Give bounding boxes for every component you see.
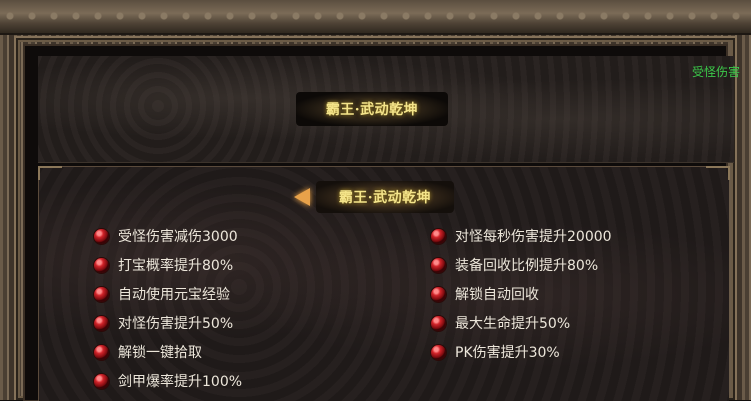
red-orb-icon bbox=[431, 257, 446, 273]
perk-item-left-2: 打宝概率提升80% bbox=[94, 254, 233, 276]
perk-item-left-6: 剑甲爆率提升100% bbox=[94, 370, 242, 392]
red-orb-icon bbox=[431, 315, 446, 331]
red-orb-icon bbox=[94, 344, 109, 360]
red-orb-icon bbox=[94, 286, 109, 302]
subtitle: 霸王·武动乾坤 bbox=[338, 190, 432, 206]
edge-overflow-text: 受怪伤害 bbox=[692, 65, 741, 79]
page-title: 霸王·武动乾坤 bbox=[325, 102, 419, 118]
perk-label: 受怪伤害减伤3000 bbox=[118, 229, 238, 245]
corner-ornament-left bbox=[38, 166, 62, 180]
perk-item-right-1: 对怪每秒伤害提升20000 bbox=[431, 225, 612, 247]
red-orb-icon bbox=[94, 373, 109, 389]
perk-label: 剑甲爆率提升100% bbox=[118, 374, 243, 390]
perk-label: 对怪伤害提升50% bbox=[118, 316, 234, 332]
perk-item-left-5: 解锁一键拾取 bbox=[94, 341, 202, 363]
perk-label: 解锁一键拾取 bbox=[118, 345, 202, 361]
red-orb-icon bbox=[431, 286, 446, 302]
perk-label: 对怪每秒伤害提升20000 bbox=[455, 229, 612, 245]
red-orb-icon bbox=[94, 228, 109, 244]
perk-item-left-4: 对怪伤害提升50% bbox=[94, 312, 233, 334]
red-orb-icon bbox=[431, 228, 446, 244]
perk-label: 打宝概率提升80% bbox=[118, 258, 234, 274]
perk-label: 自动使用元宝经验 bbox=[118, 287, 230, 303]
perk-item-right-3: 解锁自动回收 bbox=[431, 283, 539, 305]
perk-label: 最大生命提升50% bbox=[455, 316, 571, 332]
red-orb-icon bbox=[94, 315, 109, 331]
perk-item-left-3: 自动使用元宝经验 bbox=[94, 283, 230, 305]
perk-label: PK伤害提升30% bbox=[455, 345, 560, 361]
corner-ornament-right bbox=[706, 166, 730, 180]
title-plaque: 霸王·武动乾坤 bbox=[296, 92, 448, 126]
subtitle-box: 霸王·武动乾坤 bbox=[316, 181, 454, 213]
perk-item-right-4: 最大生命提升50% bbox=[431, 312, 570, 334]
perk-item-left-1: 受怪伤害减伤3000 bbox=[94, 225, 238, 247]
subtitle-plaque[interactable]: 霸王·武动乾坤 bbox=[294, 180, 458, 214]
red-orb-icon bbox=[431, 344, 446, 360]
perk-item-right-5: PK伤害提升30% bbox=[431, 341, 560, 363]
left-arrow-icon[interactable] bbox=[294, 188, 310, 206]
perk-label: 装备回收比例提升80% bbox=[455, 258, 599, 274]
red-orb-icon bbox=[94, 257, 109, 273]
frame-top-border bbox=[0, 0, 751, 35]
perk-item-right-2: 装备回收比例提升80% bbox=[431, 254, 598, 276]
perk-label: 解锁自动回收 bbox=[455, 287, 539, 303]
